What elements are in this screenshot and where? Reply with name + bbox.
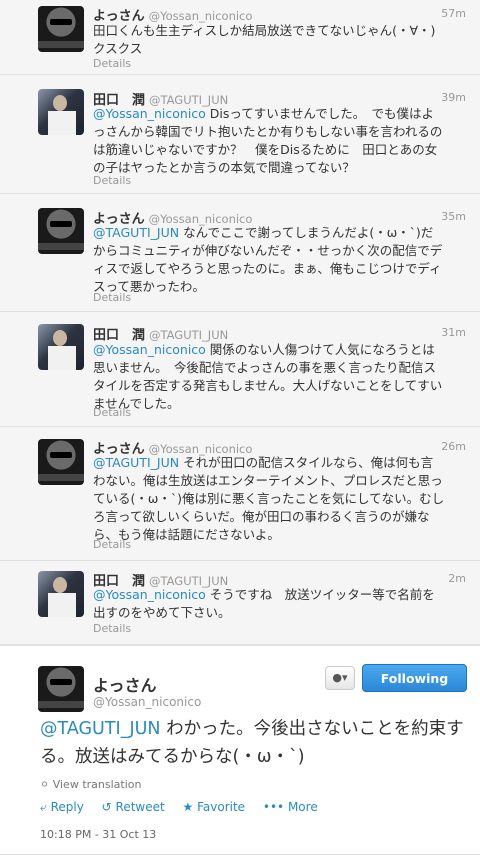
retweet-label: Retweet (115, 800, 165, 814)
tweet-timestamp[interactable]: 10:18 PM - 31 Oct 13 (40, 828, 156, 841)
tweet[interactable]: 田口 潤 @TAGUTI_JUN 31m @Yossan_niconico 関係の… (0, 312, 480, 427)
tweet-time[interactable]: 57m (441, 7, 466, 20)
avatar[interactable] (38, 208, 84, 254)
tweet-mention[interactable]: @TAGUTI_JUN (40, 719, 161, 739)
favorite-button[interactable]: ★ Favorite (183, 800, 246, 814)
details-link[interactable]: Details (93, 538, 131, 551)
tweet-mention[interactable]: @TAGUTI_JUN (93, 225, 179, 240)
avatar[interactable] (38, 324, 84, 370)
star-icon: ★ (182, 800, 194, 814)
avatar[interactable] (38, 89, 84, 135)
retweet-icon: ↺ (101, 800, 112, 814)
divider (0, 854, 480, 855)
avatar[interactable] (38, 571, 84, 617)
globe-icon: ⚪ (40, 778, 50, 791)
tweet[interactable]: よっさん @Yossan_niconico 26m @TAGUTI_JUN それが… (0, 427, 480, 561)
tweet-body: 田口くんも生主ディスしか結局放送できてないじゃん(・∀・)クスクス (93, 23, 436, 56)
tweet-text: @Yossan_niconico 関係のない人傷つけて人気になろうとは思いません… (93, 341, 445, 413)
tweet-text: 田口くんも生主ディスしか結局放送できてないじゃん(・∀・)クスクス (93, 22, 445, 58)
retweet-button[interactable]: ↺ Retweet (102, 800, 165, 814)
tweet-text: @Yossan_niconico Disってすいませんでした。 でも僕はよっさん… (93, 105, 445, 177)
avatar[interactable] (38, 439, 84, 485)
reply-label: Reply (50, 800, 84, 814)
user-icon: ● (332, 671, 343, 684)
user-dropdown-button[interactable]: ●▾ (325, 666, 355, 690)
tweet-text: @TAGUTI_JUN なんでここで謝ってしまうんだよ(・ω・`)だからコミュニ… (93, 224, 445, 296)
tweet-time[interactable]: 2m (448, 572, 466, 585)
tweet-mention[interactable]: @TAGUTI_JUN (93, 455, 179, 470)
details-link[interactable]: Details (93, 174, 131, 187)
more-label: More (287, 800, 318, 814)
tweet-time[interactable]: 31m (441, 326, 466, 339)
avatar[interactable] (38, 666, 84, 712)
view-translation-link[interactable]: ⚪ View translation (40, 778, 141, 791)
tweet-text: @TAGUTI_JUN それが田口の配信スタイルなら、俺は何も言わない。俺は生放… (93, 454, 445, 544)
details-link[interactable]: Details (93, 406, 131, 419)
tweet-time[interactable]: 35m (441, 210, 466, 223)
details-link[interactable]: Details (93, 57, 131, 70)
reply-icon: ⤶ (40, 800, 47, 814)
tweet-mention[interactable]: @Yossan_niconico (93, 342, 206, 357)
details-link[interactable]: Details (93, 291, 131, 304)
user-handle[interactable]: @Yossan_niconico (93, 695, 201, 709)
tweet-time[interactable]: 26m (441, 440, 466, 453)
tweet[interactable]: よっさん @Yossan_niconico 35m @TAGUTI_JUN なんで… (0, 194, 480, 312)
user-handle[interactable]: @Yossan_niconico (149, 9, 253, 23)
more-icon: ••• (262, 800, 285, 814)
chevron-down-icon: ▾ (342, 671, 348, 684)
more-button[interactable]: ••• More (263, 800, 318, 814)
tweet[interactable]: よっさん @Yossan_niconico 57m 田口くんも生主ディスしか結局放… (0, 0, 480, 75)
tweet[interactable]: 田口 潤 @TAGUTI_JUN 2m @Yossan_niconico そうです… (0, 561, 480, 645)
user-name[interactable]: よっさん (93, 672, 157, 696)
following-button[interactable]: Following (362, 664, 467, 692)
tweet[interactable]: 田口 潤 @TAGUTI_JUN 39m @Yossan_niconico Dis… (0, 75, 480, 194)
reply-button[interactable]: ⤶ Reply (40, 800, 84, 814)
tweet-mention[interactable]: @Yossan_niconico (93, 587, 206, 602)
user-handle[interactable]: @TAGUTI_JUN (149, 328, 228, 342)
tweet-text: @TAGUTI_JUN わかった。今後出さないことを約束する。放送はみてるからな… (40, 715, 470, 771)
avatar[interactable] (38, 6, 84, 52)
tweet-actions: ⤶ Reply ↺ Retweet ★ Favorite ••• More (40, 800, 332, 815)
tweet-mention[interactable]: @Yossan_niconico (93, 106, 206, 121)
view-translation-label: View translation (52, 778, 142, 791)
tweet-text: @Yossan_niconico そうですね 放送ツイッター等で名前を出すのをや… (93, 586, 445, 622)
tweet-time[interactable]: 39m (441, 91, 466, 104)
favorite-label: Favorite (197, 800, 246, 814)
details-link[interactable]: Details (93, 622, 131, 635)
